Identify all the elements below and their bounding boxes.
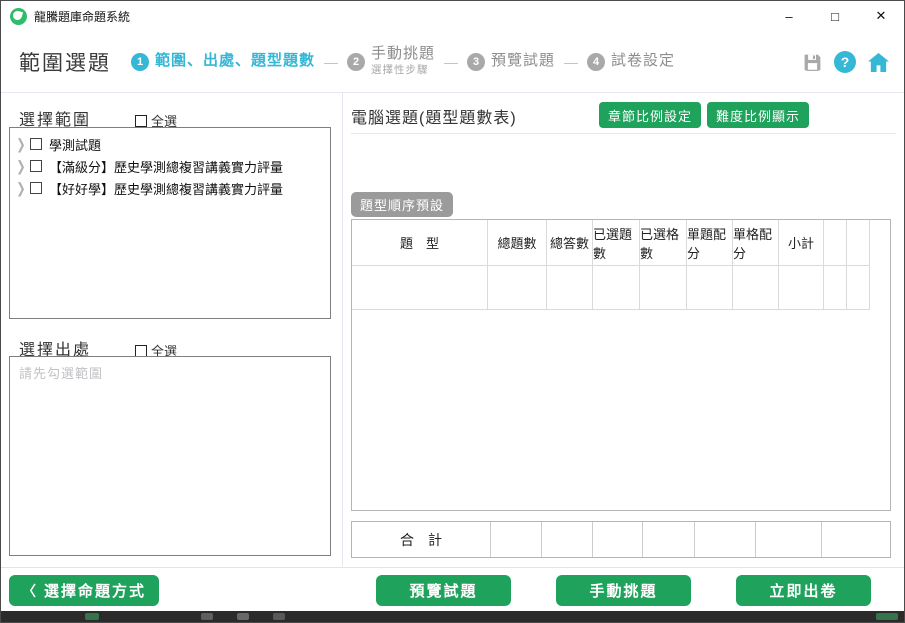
step-4-number: 4 [587, 53, 605, 71]
header: 範圍選題 1 範圍、出處、題型題數 — 2 手動挑題 選擇性步驟 — 3 預覽試… [1, 31, 904, 93]
total-cell [756, 522, 822, 557]
step-1-number: 1 [131, 53, 149, 71]
column-header: 單題配分 [687, 220, 733, 266]
range-tree-box: ❯ 學測試題 ❯ 【滿級分】歷史學測總複習講義實力評量 ❯ 【好好學】歷史學測總… [9, 127, 331, 319]
step-2-number: 2 [347, 53, 365, 71]
range-tree-item[interactable]: ❯ 【好好學】歷史學測總複習講義實力評量 [14, 177, 326, 199]
close-button[interactable]: ✕ [858, 1, 904, 31]
difficulty-ratio-button[interactable]: 難度比例顯示 [707, 102, 809, 128]
expand-chevron-icon[interactable]: ❯ [14, 180, 28, 197]
table-cell[interactable] [779, 266, 824, 310]
column-header: 總答數 [547, 220, 593, 266]
app-window: 龍騰題庫命題系統 – □ ✕ 範圍選題 1 範圍、出處、題型題數 — 2 手動挑… [0, 0, 905, 623]
column-header [824, 220, 847, 266]
manual-pick-button[interactable]: 手動挑題 [556, 575, 691, 606]
maximize-button[interactable]: □ [812, 1, 858, 31]
save-icon[interactable] [802, 52, 823, 73]
total-cell [542, 522, 593, 557]
minimize-button[interactable]: – [766, 1, 812, 31]
range-item-checkbox[interactable] [30, 138, 42, 150]
column-header: 總題數 [488, 220, 547, 266]
source-placeholder-text: 請先勾選範圍 [19, 363, 103, 382]
home-icon[interactable] [867, 52, 890, 73]
stepper: 1 範圍、出處、題型題數 — 2 手動挑題 選擇性步驟 — 3 預覽試題 — 4… [131, 46, 675, 78]
table-cell[interactable] [687, 266, 733, 310]
back-to-mode-button[interactable]: 〈 選擇命題方式 [9, 575, 159, 606]
step-2-sublabel: 選擇性步驟 [371, 62, 435, 77]
step-1-range[interactable]: 1 範圍、出處、題型題數 [131, 53, 315, 71]
range-item-checkbox[interactable] [30, 160, 42, 172]
generate-paper-button[interactable]: 立即出卷 [736, 575, 871, 606]
column-header: 題 型 [352, 220, 488, 266]
taskbar-icon [273, 613, 285, 620]
taskbar-icon [85, 613, 99, 620]
column-header: 已選格數 [640, 220, 687, 266]
question-type-table: 題 型 總題數 總答數 已選題數 已選格數 單題配分 單格配分 小計 [351, 219, 891, 511]
step-4-label: 試卷設定 [611, 53, 675, 70]
table-cell[interactable] [640, 266, 687, 310]
step-3-label: 預覽試題 [491, 53, 555, 70]
total-label: 合 計 [352, 522, 491, 557]
range-item-label: 【好好學】歷史學測總複習講義實力評量 [49, 179, 283, 198]
total-row-table: 合 計 [351, 521, 891, 558]
taskbar-icon [876, 613, 898, 620]
table-cell[interactable] [488, 266, 547, 310]
footer-bar: 〈 選擇命題方式 預覽試題 手動挑題 立即出卷 [1, 567, 904, 613]
column-header: 單格配分 [733, 220, 779, 266]
taskbar-icon [237, 613, 249, 620]
app-logo-icon [10, 8, 27, 25]
computer-selection-title: 電腦選題(題型題數表) [351, 104, 517, 128]
step-1-label: 範圍、出處、題型題數 [155, 53, 315, 70]
total-cell [822, 522, 888, 557]
page-title: 範圍選題 [19, 47, 111, 77]
help-icon[interactable]: ? [834, 51, 856, 73]
table-cell[interactable] [824, 266, 847, 310]
table-cell[interactable] [547, 266, 593, 310]
step-4-paper-settings[interactable]: 4 試卷設定 [587, 53, 675, 71]
back-button-label: 選擇命題方式 [44, 580, 146, 601]
range-tree-item[interactable]: ❯ 學測試題 [14, 133, 326, 155]
column-header [847, 220, 870, 266]
range-item-label: 學測試題 [49, 135, 101, 154]
table-cell[interactable] [847, 266, 870, 310]
range-select-all-checkbox[interactable] [135, 115, 147, 127]
range-item-label: 【滿級分】歷史學測總複習講義實力評量 [49, 157, 283, 176]
table-cell[interactable] [733, 266, 779, 310]
question-order-default-badge[interactable]: 題型順序預設 [351, 192, 453, 217]
chapter-ratio-button[interactable]: 章節比例設定 [599, 102, 701, 128]
panel-divider [342, 93, 343, 566]
step-2-manual-pick[interactable]: 2 手動挑題 選擇性步驟 [347, 46, 435, 78]
total-cell [643, 522, 695, 557]
step-separator: — [324, 54, 338, 70]
total-cell [491, 522, 542, 557]
back-chevron-icon: 〈 [22, 581, 38, 601]
title-bar: 龍騰題庫命題系統 – □ ✕ [1, 1, 904, 31]
source-list-box: 請先勾選範圍 [9, 356, 331, 556]
preview-questions-button[interactable]: 預覽試題 [376, 575, 511, 606]
step-3-number: 3 [467, 53, 485, 71]
main-area: 選擇範圍 全選 ❯ 學測試題 ❯ 【滿級分】歷史學測總複習講義實力評量 ❯ [1, 93, 904, 567]
table-cell[interactable] [593, 266, 640, 310]
step-separator: — [564, 54, 578, 70]
column-header: 小計 [779, 220, 824, 266]
right-panel-divider [351, 133, 896, 134]
expand-chevron-icon[interactable]: ❯ [14, 136, 28, 153]
step-2-label: 手動挑題 [371, 46, 435, 63]
taskbar-strip [1, 611, 904, 622]
range-item-checkbox[interactable] [30, 182, 42, 194]
step-separator: — [444, 54, 458, 70]
taskbar-icon [201, 613, 213, 620]
total-cell [593, 522, 643, 557]
window-title: 龍騰題庫命題系統 [34, 8, 130, 25]
range-tree-item[interactable]: ❯ 【滿級分】歷史學測總複習講義實力評量 [14, 155, 326, 177]
column-header: 已選題數 [593, 220, 640, 266]
source-select-all-checkbox[interactable] [135, 345, 147, 357]
step-3-preview[interactable]: 3 預覽試題 [467, 53, 555, 71]
total-cell [695, 522, 756, 557]
table-cell[interactable] [352, 266, 488, 310]
expand-chevron-icon[interactable]: ❯ [14, 158, 28, 175]
